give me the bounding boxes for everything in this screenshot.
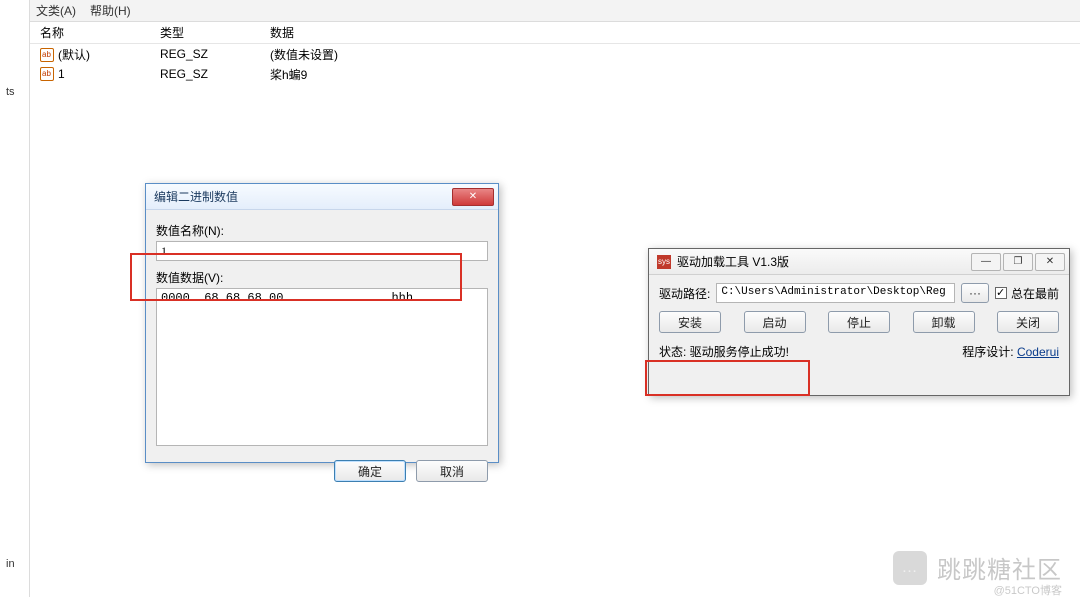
unload-button[interactable]: 卸载 [913, 311, 975, 333]
cancel-button[interactable]: 取消 [416, 460, 488, 482]
menu-bar: 文类(A) 帮助(H) [30, 0, 1080, 22]
col-header-name[interactable]: 名称 [30, 24, 150, 41]
side-label-in: in [6, 558, 15, 570]
registry-list-header: 名称 类型 数据 [30, 22, 1080, 44]
watermark: … 跳跳糖社区 [893, 550, 1062, 585]
ok-button[interactable]: 确定 [334, 460, 406, 482]
cell-type: REG_SZ [150, 47, 260, 61]
edit-binary-dialog: 编辑二进制数值 ✕ 数值名称(N): 1 数值数据(V): 0000 68 68… [145, 183, 499, 463]
table-row[interactable]: (默认) REG_SZ (数值未设置) [30, 44, 1080, 64]
close-button[interactable]: 关闭 [997, 311, 1059, 333]
driver-loader-dialog: sys 驱动加载工具 V1.3版 — ❐ ✕ 驱动路径: C:\Users\Ad… [648, 248, 1070, 396]
wechat-icon: … [893, 551, 927, 585]
dialog-title: 编辑二进制数值 [154, 188, 238, 205]
registry-list: (默认) REG_SZ (数值未设置) 1 REG_SZ 桨h蝙9 [30, 44, 1080, 84]
always-on-top-label: 总在最前 [1011, 285, 1059, 302]
dialog-titlebar[interactable]: sys 驱动加载工具 V1.3版 — ❐ ✕ [649, 249, 1069, 275]
dialog-titlebar[interactable]: 编辑二进制数值 ✕ [146, 184, 498, 210]
reg-sz-icon [40, 48, 54, 62]
close-icon[interactable]: ✕ [452, 188, 494, 206]
browse-button[interactable]: ··· [961, 283, 989, 303]
close-icon[interactable]: ✕ [1035, 253, 1065, 271]
driver-path-label: 驱动路径: [659, 285, 710, 302]
credit-label: 程序设计: [962, 345, 1013, 359]
table-row[interactable]: 1 REG_SZ 桨h蝙9 [30, 64, 1080, 84]
value-name-label: 数值名称(N): [156, 222, 488, 239]
restore-icon[interactable]: ❐ [1003, 253, 1033, 271]
watermark-text: 跳跳糖社区 [937, 550, 1062, 585]
left-gutter: ts in [0, 0, 30, 597]
cell-type: REG_SZ [150, 67, 260, 81]
col-header-data[interactable]: 数据 [260, 24, 1080, 41]
cell-name: (默认) [58, 48, 90, 62]
status-label: 状态: 驱动服务停止成功! [659, 343, 789, 360]
menu-category[interactable]: 文类(A) [36, 2, 76, 19]
sys-icon: sys [657, 255, 671, 269]
minimize-icon[interactable]: — [971, 253, 1001, 271]
stop-button[interactable]: 停止 [828, 311, 890, 333]
start-button[interactable]: 启动 [744, 311, 806, 333]
cell-data: 桨h蝙9 [260, 66, 1080, 83]
reg-sz-icon [40, 67, 54, 81]
always-on-top-checkbox[interactable]: 总在最前 [995, 285, 1059, 302]
col-header-type[interactable]: 类型 [150, 24, 260, 41]
side-label-ts: ts [6, 86, 15, 98]
cell-data: (数值未设置) [260, 46, 1080, 63]
value-data-label: 数值数据(V): [156, 269, 488, 286]
watermark-sub: @51CTO博客 [994, 582, 1062, 598]
credit-link[interactable]: Coderui [1017, 345, 1059, 359]
cell-name: 1 [58, 67, 65, 81]
dialog-title: 驱动加载工具 V1.3版 [677, 253, 789, 270]
checkbox-icon [995, 287, 1007, 299]
hex-editor[interactable]: 0000 68 68 68 00 hhh. [156, 288, 488, 446]
install-button[interactable]: 安装 [659, 311, 721, 333]
value-name-input[interactable]: 1 [156, 241, 488, 261]
driver-path-input[interactable]: C:\Users\Administrator\Desktop\Reg [716, 283, 955, 303]
menu-help[interactable]: 帮助(H) [90, 2, 131, 19]
